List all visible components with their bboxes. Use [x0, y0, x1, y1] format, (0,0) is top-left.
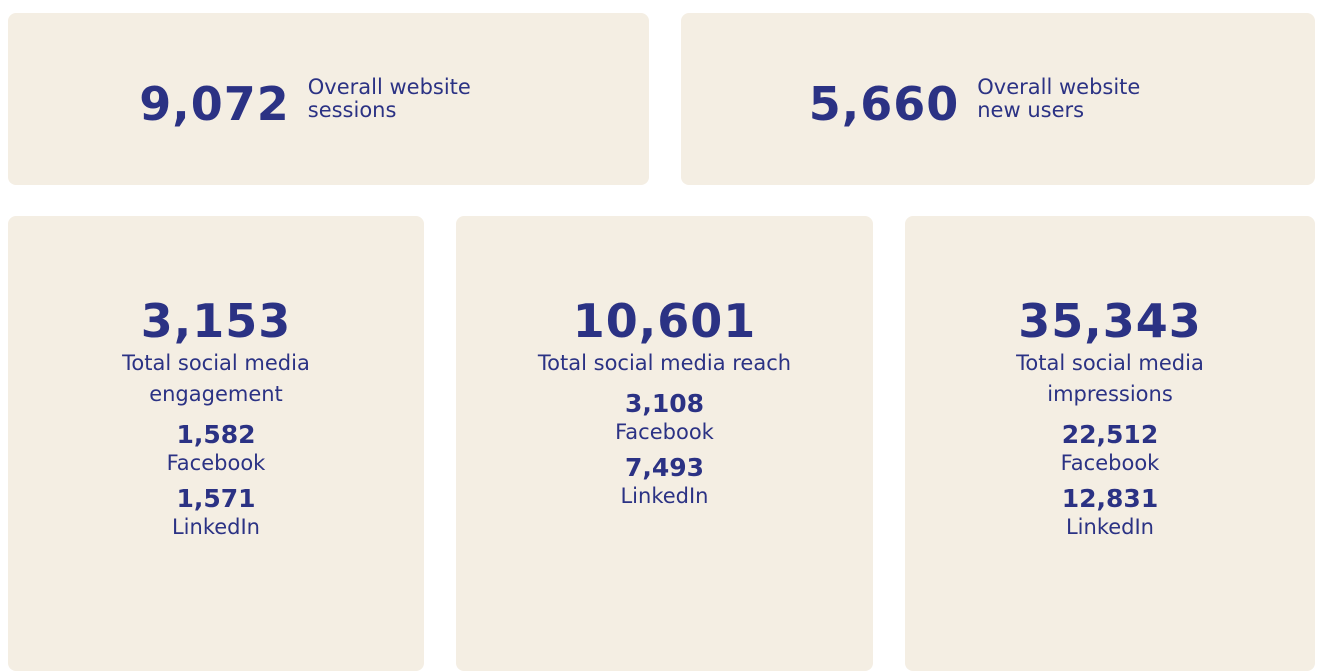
social-impressions-label: Total social media impressions [1016, 351, 1204, 406]
social-engagement-label: Total social media engagement [122, 351, 310, 406]
engagement-facebook-stat: 1,582 Facebook [8, 420, 424, 476]
website-sessions-card: 9,072 Overall website sessions [8, 13, 649, 185]
social-impressions-value: 35,343 [1018, 294, 1202, 348]
reach-facebook-label: Facebook [615, 420, 714, 444]
impressions-facebook-stat: 22,512 Facebook [905, 420, 1315, 476]
social-impressions-card: 35,343 Total social media impressions 22… [905, 216, 1315, 671]
website-new-users-label: Overall website new users [977, 75, 1141, 122]
social-reach-label: Total social media reach [537, 351, 792, 375]
reach-linkedin-label: LinkedIn [620, 484, 709, 508]
website-new-users-value: 5,660 [808, 77, 960, 131]
social-engagement-card: 3,153 Total social media engagement 1,58… [8, 216, 424, 671]
social-reach-value: 10,601 [572, 294, 757, 348]
reach-linkedin-stat: 7,493 LinkedIn [456, 453, 873, 509]
reach-facebook-value: 3,108 [624, 389, 705, 418]
impressions-linkedin-stat: 12,831 LinkedIn [905, 484, 1315, 540]
engagement-linkedin-value: 1,571 [176, 484, 256, 513]
social-engagement-value: 3,153 [140, 294, 292, 348]
engagement-linkedin-label: LinkedIn [171, 515, 260, 539]
impressions-linkedin-value: 12,831 [1061, 484, 1159, 513]
social-reach-card: 10,601 Total social media reach 3,108 Fa… [456, 216, 873, 671]
reach-linkedin-value: 7,493 [624, 453, 705, 482]
impressions-facebook-label: Facebook [1060, 451, 1160, 475]
engagement-linkedin-stat: 1,571 LinkedIn [8, 484, 424, 540]
engagement-facebook-label: Facebook [166, 451, 266, 475]
impressions-linkedin-label: LinkedIn [1065, 515, 1154, 539]
website-sessions-value: 9,072 [139, 77, 290, 131]
website-sessions-label: Overall website sessions [307, 75, 471, 122]
engagement-facebook-value: 1,582 [176, 420, 256, 449]
reach-facebook-stat: 3,108 Facebook [456, 389, 873, 445]
impressions-facebook-value: 22,512 [1061, 420, 1159, 449]
website-new-users-card: 5,660 Overall website new users [681, 13, 1315, 185]
